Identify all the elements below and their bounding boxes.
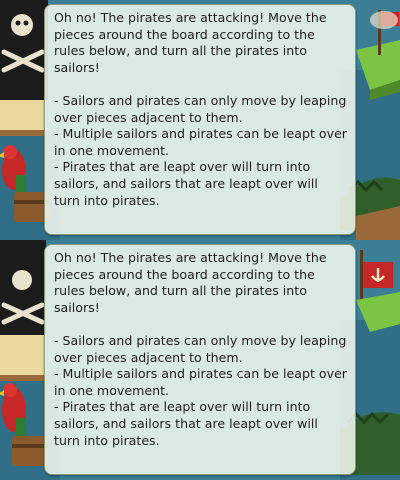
- rule-text: - Sailors and pirates can only move by l…: [54, 92, 347, 125]
- top-screen: Oh no! The pirates are attacking! Move t…: [0, 0, 400, 240]
- dialog-intro-text: Oh no! The pirates are attacking! Move t…: [54, 250, 327, 315]
- rule-text: - Multiple sailors and pirates can be le…: [54, 366, 347, 398]
- rule-text: - Pirates that are leapt over will turn …: [54, 159, 318, 208]
- rule-text: - Sailors and pirates can only move by l…: [54, 332, 347, 365]
- bottom-screen: Oh no! The pirates are attacking! Move t…: [0, 240, 400, 480]
- treasure-chest: [12, 436, 48, 466]
- instructions-dialog: Oh no! The pirates are attacking! Move t…: [44, 4, 356, 235]
- instructions-dialog: Oh no! The pirates are attacking! Move t…: [44, 244, 356, 475]
- rule-text: - Multiple sailors and pirates can be le…: [54, 126, 347, 158]
- dialog-intro-text: Oh no! The pirates are attacking! Move t…: [54, 10, 327, 75]
- rule-text: - Pirates that are leapt over will turn …: [54, 399, 318, 448]
